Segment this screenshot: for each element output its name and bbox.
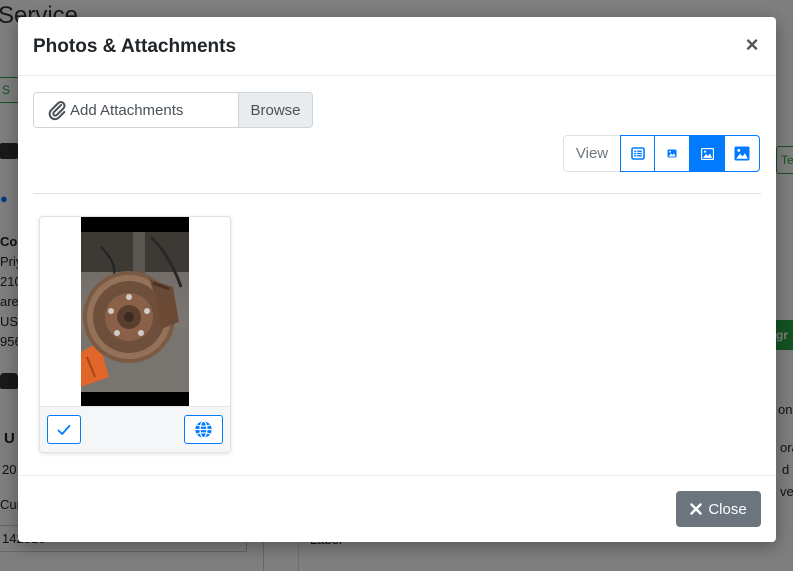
x-icon [690,503,703,515]
view-large-thumb-button[interactable] [725,135,760,172]
attachment-file-input[interactable]: Add Attachments Browse [33,92,313,128]
modal-footer: Close [18,475,776,542]
view-toggle-group: View [563,135,760,172]
add-attachments-label[interactable]: Add Attachments [34,93,238,127]
web-share-button[interactable] [184,415,223,444]
check-icon [57,424,71,435]
modal-title: Photos & Attachments [33,36,237,57]
close-icon[interactable]: × [742,34,762,56]
photo-card-footer [40,406,230,452]
add-attachments-text: Add Attachments [70,101,184,119]
close-button[interactable]: Close [676,491,761,527]
brake-rotor-photo [81,232,189,392]
view-list-button[interactable] [620,135,655,172]
list-icon [630,147,645,160]
close-button-label: Close [708,500,747,518]
image-medium-icon [700,147,714,160]
view-label: View [563,135,620,172]
paperclip-icon [48,101,66,121]
image-small-icon [667,149,677,158]
view-medium-thumb-button[interactable] [690,135,725,172]
select-attachment-button[interactable] [47,415,81,444]
photo-card[interactable] [39,216,231,453]
globe-icon [195,420,212,439]
image-large-icon [734,146,750,161]
browse-button[interactable]: Browse [238,93,312,127]
section-divider [33,193,761,194]
photos-attachments-modal: Photos & Attachments × Add Attachments B… [18,17,776,542]
attachment-thumbnail[interactable] [81,217,189,407]
view-small-thumb-button[interactable] [655,135,690,172]
modal-header: Photos & Attachments × [18,17,776,76]
